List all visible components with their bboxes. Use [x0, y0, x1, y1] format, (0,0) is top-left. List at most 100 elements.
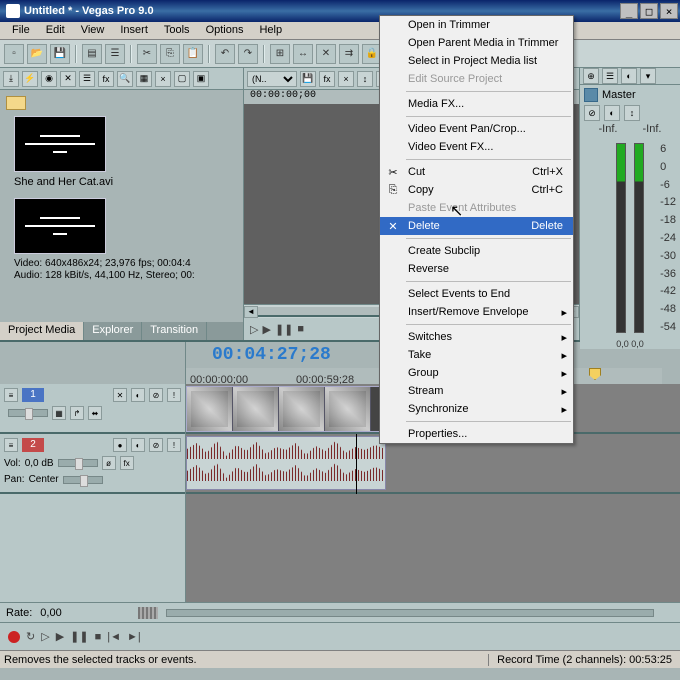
- ctx-open-parent[interactable]: Open Parent Media in Trimmer: [380, 34, 573, 52]
- ctx-group[interactable]: Group▸: [380, 364, 573, 382]
- pause-icon[interactable]: ❚❚: [275, 323, 293, 336]
- ctx-stream[interactable]: Stream▸: [380, 382, 573, 400]
- master-icon[interactable]: [584, 88, 598, 102]
- loop-icon[interactable]: ↻: [26, 630, 35, 643]
- pause-icon[interactable]: ❚❚: [70, 630, 88, 643]
- import-icon[interactable]: ⤓: [3, 71, 19, 87]
- menu-edit[interactable]: Edit: [38, 22, 73, 39]
- go-start-icon[interactable]: |◄: [107, 631, 121, 643]
- ctx-take[interactable]: Take▸: [380, 346, 573, 364]
- audio-track-header[interactable]: ≡ 2 ● ◐ ⊘ ! Vol: 0,0 dB ø fx Pan:: [0, 434, 185, 494]
- mixer-dim-icon[interactable]: ◐: [621, 68, 637, 84]
- trimmer-close-icon[interactable]: ×: [338, 71, 354, 87]
- menu-tools[interactable]: Tools: [156, 22, 198, 39]
- properties-icon[interactable]: ☰: [105, 44, 125, 64]
- capture-icon[interactable]: ⚡: [22, 71, 38, 87]
- cursor-marker-icon[interactable]: [589, 368, 601, 380]
- video-track-header[interactable]: ≡ 1 ✕ ◐ ⊘ ! ▦ ↱ ⬌: [0, 384, 185, 434]
- track-bypass-icon[interactable]: ✕: [113, 388, 127, 402]
- snap-icon[interactable]: ⊞: [270, 44, 290, 64]
- track-motion-icon[interactable]: ⬌: [88, 406, 102, 420]
- props-icon[interactable]: ☰: [79, 71, 95, 87]
- trimmer-fx-icon[interactable]: fx: [319, 71, 335, 87]
- menu-options[interactable]: Options: [198, 22, 252, 39]
- open-icon[interactable]: 📂: [27, 44, 47, 64]
- ctx-pan-crop[interactable]: Video Event Pan/Crop...: [380, 120, 573, 138]
- tab-project-media[interactable]: Project Media: [0, 322, 84, 340]
- undo-icon[interactable]: ↶: [215, 44, 235, 64]
- save-bin-icon[interactable]: ▣: [193, 71, 209, 87]
- ctx-event-fx[interactable]: Video Event FX...: [380, 138, 573, 156]
- track-mute-icon[interactable]: ⊘: [149, 388, 163, 402]
- track-mute-icon[interactable]: ⊘: [149, 438, 163, 452]
- composite-mode-icon[interactable]: ▦: [52, 406, 66, 420]
- make-parent-icon[interactable]: ↱: [70, 406, 84, 420]
- track-expand-icon[interactable]: ≡: [4, 438, 18, 452]
- ctx-open-trimmer[interactable]: Open in Trimmer: [380, 16, 573, 34]
- ctx-select-end[interactable]: Select Events to End: [380, 285, 573, 303]
- bin-icon[interactable]: ▢: [174, 71, 190, 87]
- menu-view[interactable]: View: [73, 22, 113, 39]
- pan-slider[interactable]: [63, 476, 103, 484]
- track-solo-icon[interactable]: !: [167, 388, 181, 402]
- fx-icon[interactable]: fx: [98, 71, 114, 87]
- redo-icon[interactable]: ↷: [238, 44, 258, 64]
- ctx-envelope[interactable]: Insert/Remove Envelope▸: [380, 303, 573, 321]
- video-level-slider[interactable]: [8, 409, 48, 417]
- save-icon[interactable]: 💾: [50, 44, 70, 64]
- autoripple-icon[interactable]: ⇉: [339, 44, 359, 64]
- mixer-down-icon[interactable]: ▾: [640, 68, 656, 84]
- play-icon[interactable]: ▷: [250, 323, 258, 336]
- trimmer-sort-icon[interactable]: ↕: [357, 71, 373, 87]
- media-thumbnail[interactable]: [14, 198, 106, 254]
- menu-help[interactable]: Help: [251, 22, 290, 39]
- paste-icon[interactable]: 📋: [183, 44, 203, 64]
- menu-insert[interactable]: Insert: [112, 22, 156, 39]
- go-end-icon[interactable]: ►|: [127, 631, 141, 643]
- stop-icon[interactable]: ■: [95, 631, 102, 643]
- mixer-props-icon[interactable]: ☰: [602, 68, 618, 84]
- playhead[interactable]: [356, 434, 357, 494]
- play-icon[interactable]: ▶: [56, 630, 64, 643]
- getmedia-icon[interactable]: ◉: [41, 71, 57, 87]
- menu-file[interactable]: File: [4, 22, 38, 39]
- remove-icon[interactable]: ✕: [60, 71, 76, 87]
- maximize-button[interactable]: □: [640, 3, 658, 19]
- copy-icon[interactable]: ⎘: [160, 44, 180, 64]
- ctx-reverse[interactable]: Reverse: [380, 260, 573, 278]
- ctx-switches[interactable]: Switches▸: [380, 328, 573, 346]
- close-panel-icon[interactable]: ×: [155, 71, 171, 87]
- folder-icon[interactable]: [6, 96, 26, 110]
- views-icon[interactable]: ▦: [136, 71, 152, 87]
- scrub-icon[interactable]: [138, 607, 158, 619]
- close-button[interactable]: ×: [660, 3, 678, 19]
- cut-icon[interactable]: ✂: [137, 44, 157, 64]
- fx-chain-icon[interactable]: fx: [120, 456, 134, 470]
- ctx-delete[interactable]: ✕DeleteDelete: [380, 217, 573, 235]
- tab-transitions[interactable]: Transition: [142, 322, 207, 340]
- record-button[interactable]: [8, 631, 20, 643]
- render-icon[interactable]: ▤: [82, 44, 102, 64]
- vol-slider[interactable]: [58, 459, 98, 467]
- track-arm-icon[interactable]: ●: [113, 438, 127, 452]
- search-icon[interactable]: 🔍: [117, 71, 133, 87]
- ripple-icon[interactable]: ↔: [293, 44, 313, 64]
- video-event[interactable]: [186, 386, 386, 432]
- project-media-list[interactable]: She and Her Cat.avi Video: 640x486x24; 2…: [0, 90, 243, 322]
- minimize-button[interactable]: _: [620, 3, 638, 19]
- mixer-insert-icon[interactable]: ⊕: [583, 68, 599, 84]
- track-solo-icon[interactable]: !: [167, 438, 181, 452]
- ctx-cut[interactable]: ✂CutCtrl+X: [380, 163, 573, 181]
- play-start-icon[interactable]: ▷: [41, 630, 49, 643]
- media-clip-name[interactable]: She and Her Cat.avi: [14, 176, 237, 188]
- ctx-media-fx[interactable]: Media FX...: [380, 95, 573, 113]
- stop-icon[interactable]: ■: [297, 323, 304, 335]
- track-fx-icon[interactable]: ◐: [131, 438, 145, 452]
- phase-icon[interactable]: ø: [102, 456, 116, 470]
- master-mute-icon[interactable]: ⊘: [584, 105, 600, 121]
- new-icon[interactable]: ▫: [4, 44, 24, 64]
- ctx-select-pm[interactable]: Select in Project Media list: [380, 52, 573, 70]
- autocross-icon[interactable]: ✕: [316, 44, 336, 64]
- master-solo-icon[interactable]: ◐: [604, 105, 620, 121]
- media-thumbnail[interactable]: [14, 116, 106, 172]
